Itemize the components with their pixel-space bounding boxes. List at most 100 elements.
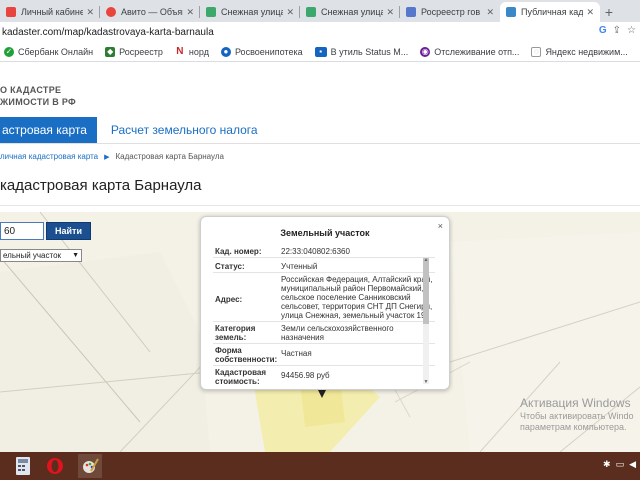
windows-activation-text: Чтобы активировать Windo [520,411,634,421]
bookmark-rosvoenipoteka[interactable]: ● Росвоенипотека [220,46,303,57]
address-bar-icons: G ⇪ ☆ [599,25,636,36]
popup-details: Кад. номер: 22:33:040802:6360 Статус: Уч… [213,245,435,385]
site-nav: астровая карта Расчет земельного налога [0,117,258,143]
popup-scrollbar[interactable]: ▲ ▼ [423,257,429,385]
bookmark-vutil[interactable]: ▪ В утиль Status M... [314,46,409,57]
breadcrumb-current: Кадастровая карта Барнаула [115,152,224,161]
tracking-icon: ◉ [420,46,431,57]
new-tab-icon[interactable]: + [600,2,618,22]
bookmark-label: Отслеживание отп... [434,46,520,57]
share-icon[interactable]: ⇪ [613,25,621,36]
rosvoen-icon: ● [220,46,231,57]
find-button[interactable]: Найти [46,222,91,240]
scroll-up-icon[interactable]: ▲ [423,257,429,263]
tab-favicon-icon [106,7,116,17]
windows-activation-title: Активация Windows [520,396,631,410]
breadcrumb-home[interactable]: личная кадастровая карта [0,152,98,161]
popup-row: Адрес: Российская Федерация, Алтайский к… [213,273,435,322]
tab-close-icon[interactable]: ✕ [586,7,594,18]
row-label: Кад. номер: [215,247,262,256]
browser-tab-active[interactable]: Публичная кадаст ✕ [500,2,600,22]
address-bar[interactable]: kadaster.com/map/kadastrovaya-karta-barn… [0,22,640,42]
bookmark-rosreestr[interactable]: ◆ Росреестр [105,46,163,57]
bookmark-nord[interactable]: N норд [175,46,209,57]
object-type-select[interactable]: ельный участок ▼ [0,249,82,262]
tab-close-icon[interactable]: ✕ [486,7,494,18]
paint-icon[interactable] [78,454,102,478]
bookmark-star-icon[interactable]: ☆ [627,25,636,36]
popup-row: Статус: Учтенный [213,260,435,273]
tab-label: Публичная кадаст [521,7,584,17]
tab-label: Снежная улица, 1 [321,7,384,17]
bookmark-tracking[interactable]: ◉ Отслеживание отп... [420,46,520,57]
browser-tab[interactable]: Авито — Объявле ✕ [100,2,200,22]
tab-close-icon[interactable]: ✕ [86,7,94,18]
browser-tab[interactable]: Снежная улица, 1 ✕ [300,2,400,22]
popup-row: Форма собственности: Частная [213,344,435,366]
browser-tab-strip: Личный кабинет ✕ Авито — Объявле ✕ Снежн… [0,0,640,22]
page-title: кадастровая карта Барнаула [0,177,202,194]
tab-close-icon[interactable]: ✕ [286,7,294,18]
bookmark-label: В утиль Status M... [330,46,409,57]
url-text[interactable]: kadaster.com/map/kadastrovaya-karta-barn… [2,27,214,38]
row-value: Российская Федерация, Алтайский край, му… [281,275,433,320]
bookmarks-bar: ✓ Сбербанк Онлайн ◆ Росреестр N норд ● Р… [0,42,640,62]
tab-favicon-icon [506,7,516,17]
bookmark-label: норд [188,46,209,57]
browser-tab[interactable]: Снежная улица, 1 ✕ [200,2,300,22]
bookmark-label: Росреестр [119,46,163,57]
row-label: Статус: [215,262,245,271]
yandex-icon: ◌ [531,46,542,57]
popup-row: Кад. номер: 22:33:040802:6360 [213,245,435,258]
rosreestr-icon: ◆ [105,46,116,57]
row-value: Земли сельскохозяйственного назначения [281,324,394,342]
popup-row: Категория земель: Земли сельскохозяйстве… [213,322,435,344]
nav-land-tax[interactable]: Расчет земельного налога [97,123,258,137]
scrollbar-thumb[interactable] [423,258,429,324]
tab-label: Личный кабинет [21,7,84,17]
tab-close-icon[interactable]: ✕ [386,7,394,18]
tab-close-icon[interactable]: ✕ [186,7,194,18]
tab-label: Авито — Объявле [121,7,183,17]
calculator-icon[interactable] [14,456,32,476]
browser-tab[interactable]: Росреестр гов од ✕ [400,2,500,22]
nav-cadastral-map[interactable]: астровая карта [0,117,97,143]
bookmark-label: Яндекс недвижим... [545,46,628,57]
opera-icon[interactable] [46,456,64,476]
browser-tab[interactable]: Личный кабинет ✕ [0,2,100,22]
bookmark-label: Росвоенипотека [234,46,303,57]
bluetooth-icon[interactable]: ✱ [603,459,611,470]
volume-icon[interactable]: ◀ [629,459,636,470]
logo-line: О КАДАСТРЕ [0,85,62,95]
bookmark-label: Сбербанк Онлайн [18,46,94,57]
tab-favicon-icon [206,7,216,17]
bookmark-sberbank[interactable]: ✓ Сбербанк Онлайн [4,46,94,57]
row-label: Кадастровая стоимость: [215,368,267,385]
network-icon[interactable]: ▭ [616,459,625,470]
scroll-down-icon[interactable]: ▼ [423,379,429,385]
tab-label: Росреестр гов од [421,7,483,17]
sber-icon: ✓ [4,46,14,57]
windows-activation-text: параметрам компьютера. [520,422,627,432]
vutil-icon: ▪ [314,46,327,57]
bookmark-yandex[interactable]: ◌ Яндекс недвижим... [531,46,628,57]
breadcrumb-arrow-icon: ▶ [104,153,110,161]
row-value: Учтенный [281,262,318,271]
chevron-down-icon: ▼ [72,252,79,259]
google-icon[interactable]: G [599,25,607,36]
taskbar [0,452,640,480]
row-label: Форма собственности: [215,346,278,364]
land-plot-popup: Земельный участок × Кад. номер: 22:33:04… [200,216,450,390]
cadastral-search-input[interactable] [0,222,44,240]
logo-line: ЖИМОСТИ В РФ [0,97,77,107]
close-icon[interactable]: × [438,221,443,231]
tab-favicon-icon [306,7,316,17]
row-value: 22:33:040802:6360 [281,247,350,256]
nav-divider [0,143,640,144]
site-logo[interactable]: О КАДАСТРЕ ЖИМОСТИ В РФ [0,84,76,108]
row-value: Частная [281,349,312,358]
nord-icon: N [176,46,184,57]
select-value: ельный участок [3,251,62,260]
popup-row: Кадастровая стоимость: 94456.98 руб [213,366,435,385]
row-label: Категория земель: [215,324,256,342]
